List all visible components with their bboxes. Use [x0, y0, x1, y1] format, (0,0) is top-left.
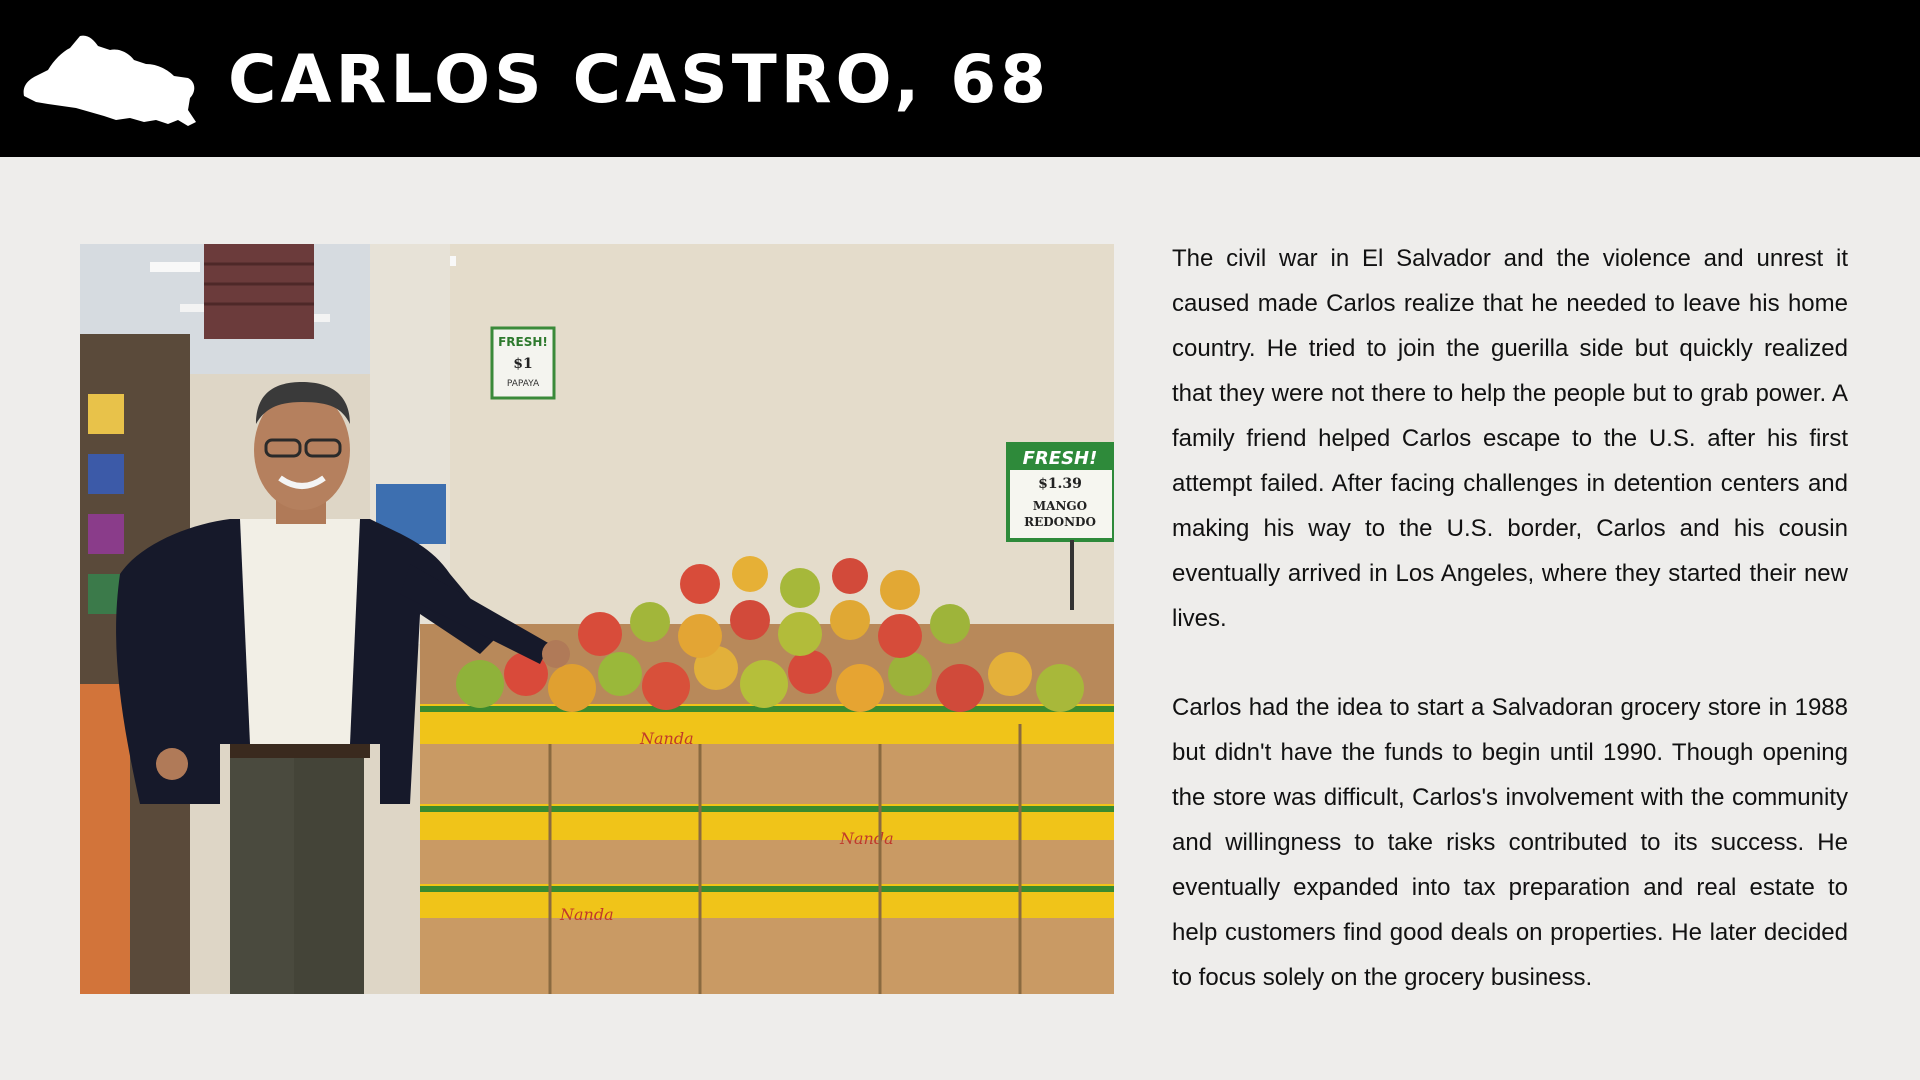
svg-text:MANGO: MANGO: [1033, 499, 1087, 513]
story-paragraph-2: Carlos had the idea to start a Salvadora…: [1172, 694, 1848, 991]
story-paragraph-1: The civil war in El Salvador and the vio…: [1172, 245, 1848, 632]
svg-text:FRESH!: FRESH!: [1023, 448, 1098, 469]
svg-text:Nanda: Nanda: [839, 829, 894, 848]
svg-text:PAPAYA: PAPAYA: [507, 379, 540, 389]
page-title: CARLOS CASTRO, 68: [228, 41, 1051, 118]
header-bar: CARLOS CASTRO, 68: [0, 0, 1920, 157]
svg-text:REDONDO: REDONDO: [1024, 515, 1096, 529]
el-salvador-map-icon: [23, 35, 197, 126]
papaya-price-sign: FRESH! $1 PAPAYA: [490, 326, 556, 400]
svg-text:$1: $1: [513, 356, 532, 372]
svg-text:Nanda: Nanda: [559, 905, 614, 924]
photo-carlos-with-mangoes: FRESH! $1 PAPAYA FRESH! $1.39 MANGO REDO…: [80, 244, 1114, 994]
svg-text:FRESH!: FRESH!: [498, 335, 548, 349]
svg-text:$1.39: $1.39: [1038, 476, 1082, 492]
svg-text:Nanda: Nanda: [639, 729, 694, 748]
story-text: The civil war in El Salvador and the vio…: [1172, 236, 1848, 1044]
